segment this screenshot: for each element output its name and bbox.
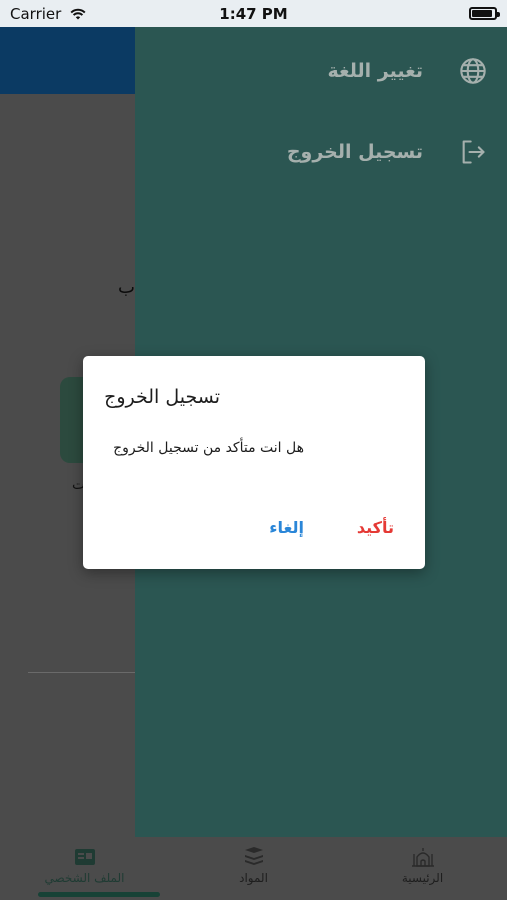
cancel-button[interactable]: إلغاء [269,518,304,537]
carrier-label: Carrier [10,4,62,23]
logout-dialog: تسجيل الخروج هل انت متأكد من تسجيل الخرو… [83,356,425,569]
background-header [0,27,135,94]
nav-label-subjects: المواد [239,871,268,885]
battery-icon [469,7,500,20]
globe-icon [460,58,486,84]
confirm-button[interactable]: تأكيد [357,518,394,537]
drawer-item-change-language[interactable]: تغيير اللغة [328,57,487,85]
wifi-icon [70,8,86,19]
drawer-item-label: تغيير اللغة [327,60,423,82]
drawer-item-logout[interactable]: تسجيل الخروج [287,138,487,166]
books-icon [244,847,263,865]
background-divider [28,672,135,673]
nav-item-subjects[interactable]: المواد [169,837,338,900]
active-tab-indicator [38,892,160,897]
logout-icon [462,140,485,164]
profile-card-icon [74,849,95,865]
bottom-nav: الرئيسية المواد الملف الشخصي [0,837,507,900]
mosque-icon [411,848,434,867]
nav-item-profile[interactable]: الملف الشخصي [0,837,169,900]
nav-item-home[interactable]: الرئيسية [338,837,507,900]
dialog-title: تسجيل الخروج [104,386,220,408]
dialog-message: هل انت متأكد من تسجيل الخروج [113,440,304,456]
nav-label-home: الرئيسية [401,871,444,885]
drawer-item-label: تسجيل الخروج [286,141,423,163]
background-partial-text: ب [118,277,135,298]
status-bar: Carrier 1:47 PM [0,0,507,27]
status-left: Carrier [10,5,87,23]
nav-label-profile: الملف الشخصي [44,871,125,885]
